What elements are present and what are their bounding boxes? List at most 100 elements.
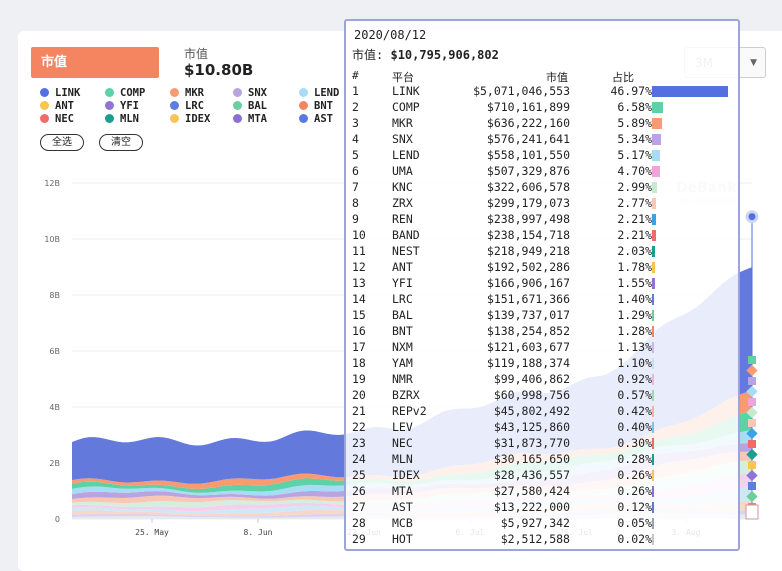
legend-item-ant[interactable]: ANT: [40, 100, 74, 112]
tooltip-value: $322,606,578: [486, 180, 570, 194]
legend-item-mta[interactable]: MTA: [233, 113, 267, 125]
legend-item-bal[interactable]: BAL: [233, 100, 267, 112]
legend-item-yfi[interactable]: YFI: [105, 100, 139, 112]
tooltip-share: 0.42%: [617, 404, 652, 418]
tooltip-row: 24 MLN $30,165,650 0.28%: [346, 452, 738, 468]
clear-button[interactable]: 清空: [99, 134, 143, 151]
tooltip-share-bar: [652, 374, 654, 385]
tooltip-platform: BAND: [392, 228, 420, 242]
hover-marker: [748, 398, 756, 406]
tooltip-platform: YAM: [392, 356, 413, 370]
tab-market-cap[interactable]: 市值: [31, 47, 159, 78]
legend-label: MLN: [120, 113, 139, 125]
tooltip-share-bar: [652, 294, 655, 305]
tooltip-value: $30,165,650: [493, 452, 570, 466]
legend-label: BAL: [248, 100, 267, 112]
stat-value: $10.80B: [184, 61, 254, 79]
legend-item-comp[interactable]: COMP: [105, 87, 145, 99]
tooltip-share: 1.40%: [617, 292, 652, 306]
tooltip-platform: MCB: [392, 516, 413, 530]
tooltip-platform: ZRX: [392, 196, 413, 210]
legend-label: AST: [314, 113, 333, 125]
tooltip-rank: 7: [352, 180, 359, 194]
tooltip-rank: 6: [352, 164, 359, 178]
tooltip-platform: SNX: [392, 132, 413, 146]
legend-item-snx[interactable]: SNX: [233, 87, 267, 99]
tooltip-share: 2.21%: [617, 228, 652, 242]
legend-item-lrc[interactable]: LRC: [170, 100, 204, 112]
tooltip-value: $636,222,160: [486, 116, 570, 130]
tooltip-share-bar: [652, 118, 662, 129]
tooltip-total-value: $10,795,906,802: [390, 48, 499, 62]
tooltip-rank: 29: [352, 532, 366, 546]
tooltip-share: 1.10%: [617, 356, 652, 370]
tooltip-value: $139,737,017: [486, 308, 570, 322]
tooltip-row: 2 COMP $710,161,899 6.58%: [346, 100, 738, 116]
tooltip-rank: 18: [352, 356, 366, 370]
tooltip-share: 1.29%: [617, 308, 652, 322]
legend-item-nec[interactable]: NEC: [40, 113, 74, 125]
tooltip-platform: BNT: [392, 324, 413, 338]
tooltip-row: 17 NXM $121,603,677 1.13%: [346, 340, 738, 356]
y-tick-label: 10B: [44, 235, 60, 244]
tooltip-share-bar: [652, 310, 655, 321]
tooltip-platform: MLN: [392, 452, 413, 466]
tooltip-platform: KNC: [392, 180, 413, 194]
tooltip-value: $151,671,366: [486, 292, 570, 306]
tooltip-platform: ANT: [392, 260, 413, 274]
tooltip-row: 11 NEST $218,949,218 2.03%: [346, 244, 738, 260]
hover-marker: [748, 461, 756, 469]
legend-item-lend[interactable]: LEND: [299, 87, 339, 99]
tooltip-share: 1.78%: [617, 260, 652, 274]
legend-item-bnt[interactable]: BNT: [299, 100, 333, 112]
legend-item-idex[interactable]: IDEX: [170, 113, 210, 125]
hover-marker: [748, 482, 756, 490]
tooltip-platform: NXM: [392, 340, 413, 354]
y-tick-label: 12B: [44, 179, 60, 188]
x-tick-label: 8. Jun: [244, 528, 273, 537]
tooltip-share-bar: [652, 406, 654, 417]
tooltip-row: 1 LINK $5,071,046,553 46.97%: [346, 84, 738, 100]
tooltip-share-bar: [652, 422, 654, 433]
tooltip-rank: 25: [352, 468, 366, 482]
tooltip-row: 12 ANT $192,502,286 1.78%: [346, 260, 738, 276]
x-tick-label: 25. May: [135, 528, 169, 537]
tooltip-total: 市值: $10,795,906,802: [352, 46, 499, 63]
legend-dot-icon: [170, 101, 179, 110]
tooltip-row: 29 HOT $2,512,588 0.02%: [346, 532, 738, 548]
legend-item-mkr[interactable]: MKR: [170, 87, 204, 99]
select-all-button[interactable]: 全选: [40, 134, 84, 151]
tooltip-share-bar: [652, 534, 654, 545]
tooltip-share-bar: [652, 438, 654, 449]
tooltip-platform: NEC: [392, 436, 413, 450]
tooltip-row: 9 REN $238,997,498 2.21%: [346, 212, 738, 228]
legend-label: LINK: [55, 87, 81, 99]
tooltip-rank: 10: [352, 228, 366, 242]
tooltip-share-bar: [652, 182, 657, 193]
tooltip-platform: REN: [392, 212, 413, 226]
tooltip-share-bar: [652, 358, 654, 369]
tooltip-share-bar: [652, 326, 655, 337]
legend-label: MTA: [248, 113, 267, 125]
tooltip-share: 0.12%: [617, 500, 652, 514]
legend-label: MKR: [185, 87, 204, 99]
legend-item-link[interactable]: LINK: [40, 87, 80, 99]
y-tick-label: 6B: [49, 347, 60, 356]
legend-dot-icon: [170, 114, 179, 123]
tooltip-col-platform: 平台: [392, 71, 414, 84]
tooltip-share: 46.97%: [610, 84, 652, 98]
legend-item-mln[interactable]: MLN: [105, 113, 139, 125]
tooltip-share-bar: [652, 470, 654, 481]
tooltip-share: 5.34%: [617, 132, 652, 146]
legend-dot-icon: [299, 88, 308, 97]
tooltip-platform: YFI: [392, 276, 413, 290]
tooltip-row: 6 UMA $507,329,876 4.70%: [346, 164, 738, 180]
tooltip-row: 25 IDEX $28,436,557 0.26%: [346, 468, 738, 484]
legend-dot-icon: [233, 88, 242, 97]
tooltip-rank: 28: [352, 516, 366, 530]
tooltip-value: $2,512,588: [500, 532, 570, 546]
legend-item-ast[interactable]: AST: [299, 113, 333, 125]
tooltip-row: 8 ZRX $299,179,073 2.77%: [346, 196, 738, 212]
tooltip-share-bar: [652, 278, 655, 289]
tooltip-value: $27,580,424: [493, 484, 570, 498]
